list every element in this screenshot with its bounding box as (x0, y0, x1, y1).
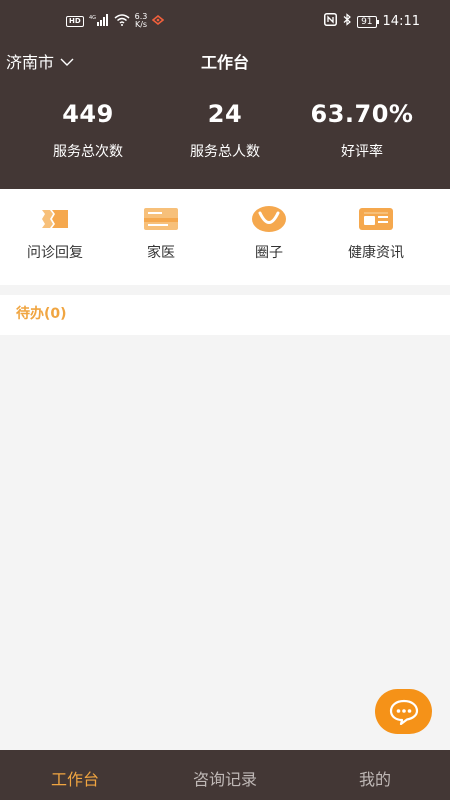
quick-item-label: 问诊回复 (27, 245, 83, 261)
stat-label: 服务总次数 (53, 144, 123, 160)
quick-item-family-doctor[interactable]: 家医 (106, 206, 216, 262)
stat-label: 好评率 (341, 144, 383, 160)
stat-rating: 63.70% 好评率 (292, 100, 432, 161)
status-bar: HD 4G 6.3 K/s 91 14:11 (0, 0, 450, 44)
todo-title[interactable]: 待办(0) (16, 303, 67, 323)
header: HD 4G 6.3 K/s 91 14:11 济南市 工作台 449 服务总次数… (0, 0, 450, 189)
stat-value: 63.70% (310, 100, 414, 128)
page-title: 工作台 (200, 53, 249, 72)
eye-icon (152, 14, 165, 28)
smile-icon (252, 206, 286, 232)
clock: 14:11 (382, 14, 420, 29)
tab-workbench[interactable]: 工作台 (5, 766, 145, 790)
bluetooth-icon (343, 13, 351, 30)
tab-mine[interactable]: 我的 (305, 766, 445, 790)
tab-consult-records[interactable]: 咨询记录 (155, 766, 295, 790)
quick-item-label: 家医 (147, 245, 175, 261)
svg-text:4G: 4G (89, 15, 96, 21)
stat-label: 服务总人数 (190, 144, 260, 160)
todo-section: 待办(0) (0, 295, 450, 335)
stat-service-count: 449 服务总次数 (18, 100, 158, 161)
card-icon (144, 208, 178, 230)
id-card-icon (359, 208, 393, 230)
ticket-icon (42, 210, 68, 228)
quick-item-circle[interactable]: 圈子 (214, 206, 324, 262)
hd-badge: HD (66, 15, 84, 27)
stat-value: 449 (62, 100, 114, 128)
stat-people-count: 24 服务总人数 (155, 100, 295, 161)
bottom-tab-bar: 工作台 咨询记录 我的 (0, 750, 450, 800)
status-left: HD 4G 6.3 K/s (66, 12, 165, 29)
chat-fab-button[interactable] (375, 689, 432, 734)
wifi-icon (114, 13, 130, 29)
quick-actions: 问诊回复 家医 圈子 健康资讯 (0, 189, 450, 285)
battery-icon: 91 (357, 15, 380, 28)
nfc-icon (324, 13, 338, 30)
net-speed: 6.3 K/s (134, 12, 148, 29)
chat-bubble-icon (389, 699, 418, 725)
quick-item-health-news[interactable]: 健康资讯 (321, 206, 431, 262)
quick-item-label: 圈子 (255, 245, 283, 261)
quick-item-label: 健康资讯 (348, 245, 404, 261)
status-right: 91 14:11 (324, 13, 420, 30)
stat-value: 24 (207, 100, 243, 128)
quick-item-consult-reply[interactable]: 问诊回复 (0, 206, 110, 262)
signal-icon: 4G (89, 13, 109, 29)
